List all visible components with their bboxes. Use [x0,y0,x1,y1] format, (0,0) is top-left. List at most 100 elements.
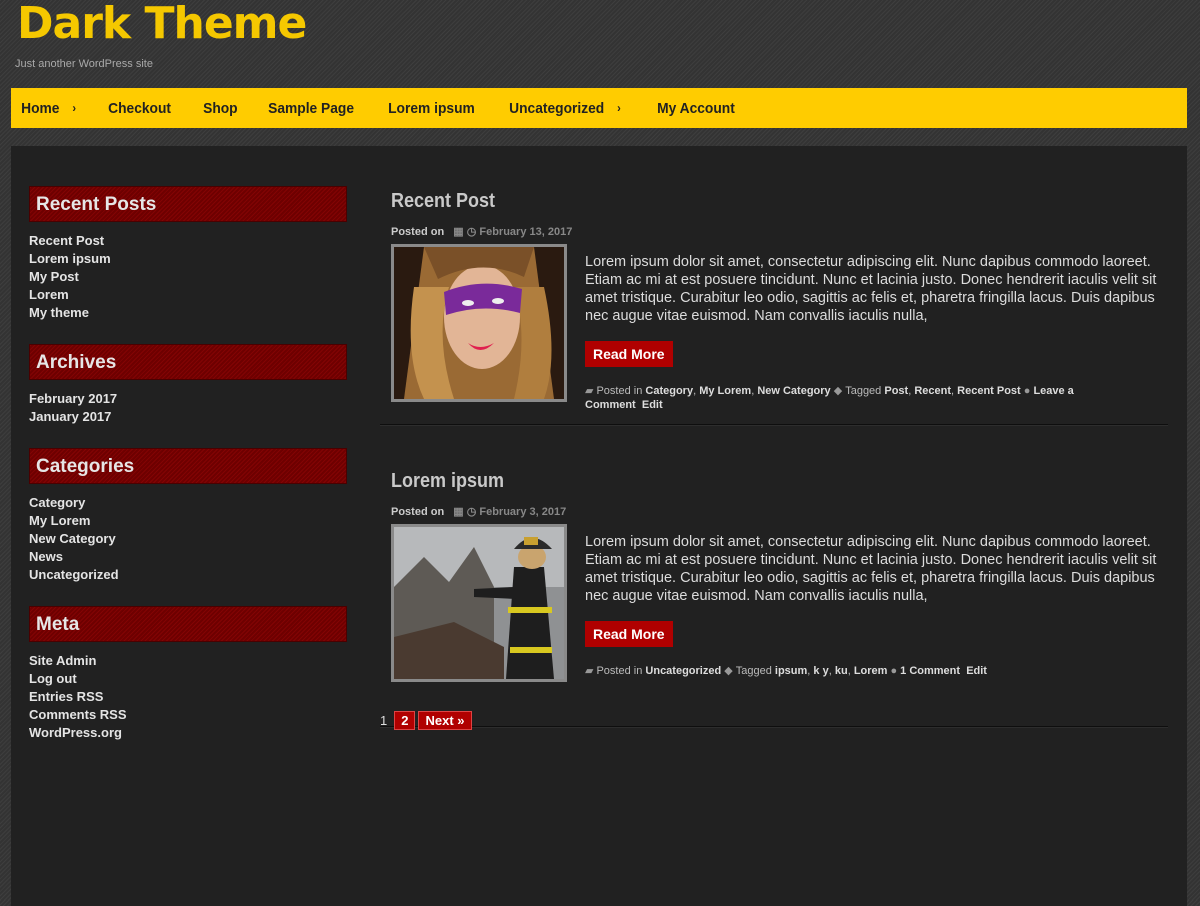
nav-item-label: Uncategorized [509,99,605,117]
recent-post-link[interactable]: Recent Post [29,232,349,250]
sidebar: Recent Posts Recent Post Lorem ipsum My … [29,186,349,764]
content-container: Recent Posts Recent Post Lorem ipsum My … [11,146,1187,906]
category-link[interactable]: My Lorem [29,512,349,530]
pagination: 1 2 Next » [380,711,472,730]
recent-post-link[interactable]: Lorem ipsum [29,250,349,268]
widget-title: Meta [29,606,347,642]
pagination-next-button[interactable]: Next » [418,711,472,730]
edit-link[interactable]: Edit [642,399,663,411]
read-more-button[interactable]: Read More [585,621,673,647]
post-separator [380,726,1168,728]
pagination-current: 1 [380,713,388,728]
post-title[interactable]: Recent Post [391,190,495,213]
tag-icon: ◆ [833,385,843,397]
meta-link[interactable]: Entries RSS [29,688,349,706]
tag-link[interactable]: Lorem [854,665,888,677]
edit-link[interactable]: Edit [966,665,987,677]
nav-item-label: Sample Page [267,99,354,117]
meta-link[interactable]: Log out [29,670,349,688]
post-separator [380,424,1168,426]
nav-item-label: Checkout [107,99,171,117]
widget-title: Categories [29,448,347,484]
posted-on-label: Posted on [391,226,445,238]
category-link[interactable]: Uncategorized [29,566,349,584]
pagination-page-2[interactable]: 2 [394,711,416,730]
calendar-icon: ▦ [453,226,464,238]
recent-post-link[interactable]: Lorem [29,286,349,304]
category-link[interactable]: My Lorem [699,385,751,397]
post-thumbnail[interactable] [391,524,567,682]
meta-link[interactable]: Site Admin [29,652,349,670]
meta-link[interactable]: WordPress.org [29,724,349,742]
widget-recent-posts: Recent Posts Recent Post Lorem ipsum My … [29,186,349,322]
comment-icon: ● [890,665,898,677]
category-link[interactable]: News [29,548,349,566]
folder-icon: ▰ [585,385,594,397]
calendar-icon: ▦ [453,506,464,518]
widget-title: Archives [29,344,347,380]
post-excerpt: Lorem ipsum dolor sit amet, consectetur … [585,254,1157,324]
nav-item-home[interactable]: Home › [11,88,91,128]
read-more-button[interactable]: Read More [585,341,673,367]
nav-item-shop[interactable]: Shop [193,88,252,128]
meta-link[interactable]: Comments RSS [29,706,349,724]
tagged-label: Tagged [735,665,772,677]
post: Recent Post Posted on ▦ ◷ February 13, 2… [380,186,1168,466]
clock-icon: ◷ [466,226,477,238]
post-footer: ▰ Posted in Uncategorized ◆ Tagged ipsum, … [585,665,987,677]
tag-link[interactable]: k y [813,665,828,677]
posted-in-label: Posted in [596,665,643,677]
post: Lorem ipsum Posted on ▦ ◷ February 3, 20… [380,466,1168,746]
post-date[interactable]: February 13, 2017 [479,226,572,238]
nav-item-sample-page[interactable]: Sample Page [258,88,369,128]
tag-link[interactable]: ipsum [775,665,807,677]
nav-item-checkout[interactable]: Checkout [98,88,186,128]
chevron-right-icon: › [617,101,621,115]
main-content: Recent Post Posted on ▦ ◷ February 13, 2… [380,186,1168,746]
nav-item-label: Lorem ipsum [388,99,475,117]
tagged-label: Tagged [845,385,882,397]
nav-item-label: My Account [657,99,736,117]
nav-item-label: Shop [203,99,238,117]
post-thumbnail[interactable] [391,244,567,402]
posted-on-label: Posted on [391,506,445,518]
widget-categories: Categories Category My Lorem New Categor… [29,448,349,584]
comments-link[interactable]: 1 Comment [900,665,960,677]
site-title[interactable]: Dark Theme [17,0,307,49]
chevron-right-icon: › [72,101,77,115]
portrait-image [394,247,564,399]
category-link[interactable]: Uncategorized [645,665,721,677]
widget-meta: Meta Site Admin Log out Entries RSS Comm… [29,606,349,742]
nav-item-my-account[interactable]: My Account [647,88,750,128]
tag-link[interactable]: ku [835,665,848,677]
nav-item-lorem-ipsum[interactable]: Lorem ipsum [378,88,489,128]
main-navigation: Home › Checkout Shop Sample Page Lorem ip… [11,88,1187,128]
post-footer: ▰ Posted in Category, My Lorem, New Categ… [585,385,1074,411]
comment-icon: ● [1023,385,1031,397]
tag-link[interactable]: Recent Post [957,385,1021,397]
nav-item-label: Home [21,99,60,117]
recent-post-link[interactable]: My Post [29,268,349,286]
archive-link[interactable]: January 2017 [29,408,349,426]
post-date[interactable]: February 3, 2017 [479,506,566,518]
post-meta: Posted on ▦ ◷ February 13, 2017 [391,225,572,238]
category-link[interactable]: Category [29,494,349,512]
widget-archives: Archives February 2017 January 2017 [29,344,349,426]
folder-icon: ▰ [585,665,594,677]
posted-in-label: Posted in [596,385,643,397]
category-link[interactable]: New Category [757,385,830,397]
category-link[interactable]: Category [645,385,693,397]
category-link[interactable]: New Category [29,530,349,548]
tag-link[interactable]: Recent [914,385,951,397]
tag-icon: ◆ [724,665,733,677]
recent-post-link[interactable]: My theme [29,304,349,322]
archive-link[interactable]: February 2017 [29,390,349,408]
nav-item-uncategorized[interactable]: Uncategorized › [499,88,635,128]
widget-title: Recent Posts [29,186,347,222]
clock-icon: ◷ [466,506,477,518]
post-meta: Posted on ▦ ◷ February 3, 2017 [391,505,566,518]
post-title[interactable]: Lorem ipsum [391,470,504,493]
post-excerpt: Lorem ipsum dolor sit amet, consectetur … [585,534,1157,604]
firefighter-image [394,527,564,679]
tag-link[interactable]: Post [884,385,908,397]
